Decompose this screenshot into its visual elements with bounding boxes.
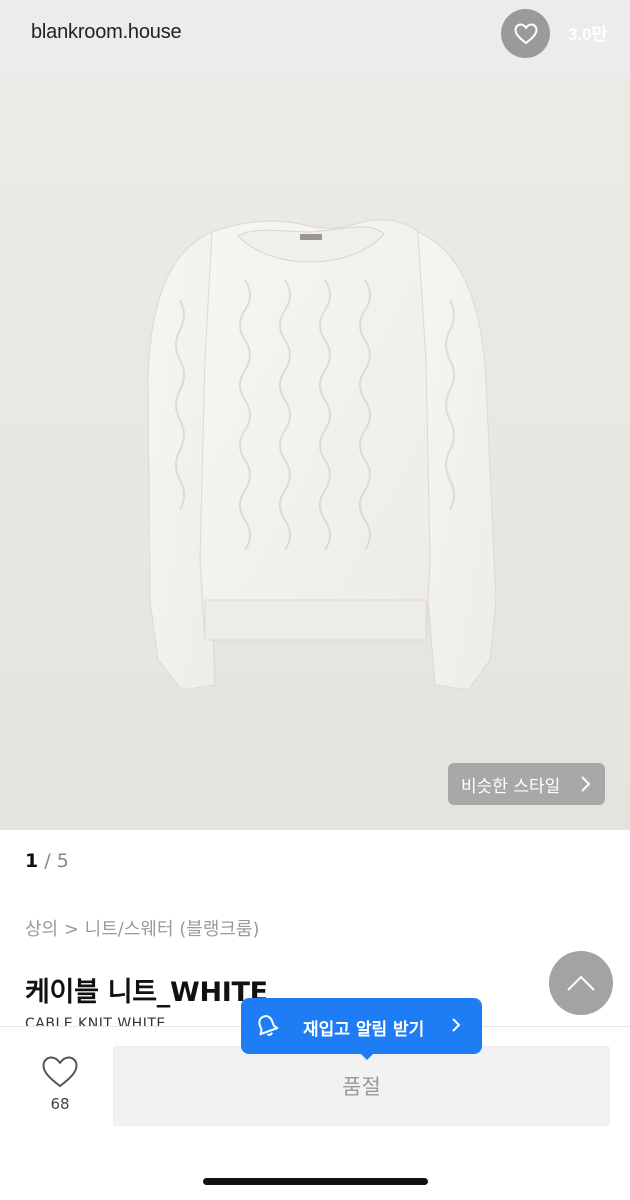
scroll-to-top-button[interactable] [549,951,613,1015]
wishlist-button[interactable]: 68 [30,1055,90,1113]
chevron-right-icon [452,1018,461,1032]
breadcrumb[interactable]: 상의 > 니트/스웨터 (블랭크룸) [25,915,260,941]
pager-current: 1 [25,850,39,872]
pager-total: / 5 [44,850,69,872]
restock-label: 재입고 알림 받기 [303,1020,425,1040]
restock-alert-button[interactable]: 재입고 알림 받기 [241,998,482,1054]
home-indicator [203,1178,428,1185]
chevron-right-icon [581,776,591,792]
sweater-photo [147,219,497,691]
product-image[interactable] [0,0,630,830]
like-count: 3.0만 [568,25,608,44]
bell-icon [258,1015,279,1036]
like-button[interactable] [501,9,550,58]
tooltip-pointer [359,1052,375,1060]
image-pager: 1 / 5 [25,850,69,872]
heart-outline-icon [42,1056,78,1088]
store-name-link[interactable]: blankroom.house [31,21,182,44]
heart-icon [513,22,538,44]
similar-style-button[interactable]: 비슷한 스타일 [448,763,605,805]
product-title: 케이블 니트_WHITE [25,977,268,1008]
wish-count: 68 [50,1095,70,1113]
chevron-up-icon [567,975,595,991]
similar-style-label: 비슷한 스타일 [461,776,561,797]
